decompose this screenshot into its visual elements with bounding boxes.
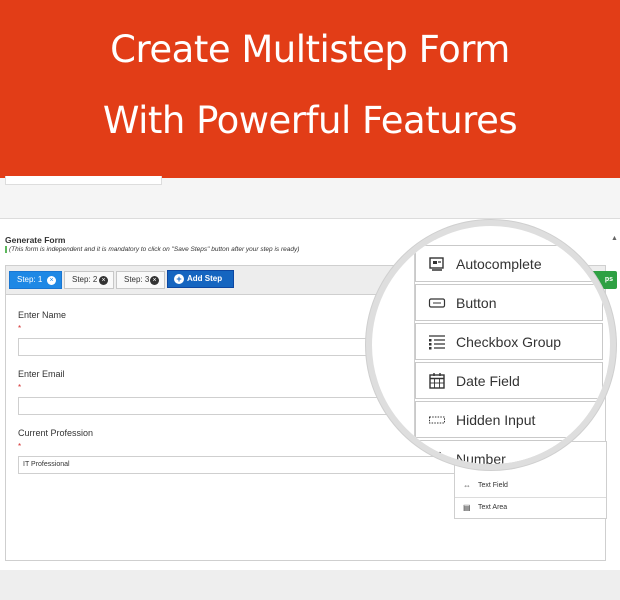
bottom-strip (0, 570, 620, 600)
palette-item-date-field[interactable]: Date Field (415, 362, 603, 399)
palette-item-checkbox-group[interactable]: Checkbox Group (415, 323, 603, 360)
field-label-email: Enter Email (18, 369, 65, 379)
tab-step-3-label: Step: 3 (124, 275, 150, 284)
magnified-palette: Autocomplete Button Checkbox Group Date … (414, 240, 607, 467)
palette-item-autocomplete[interactable]: Autocomplete (415, 245, 603, 282)
palette-item-text-field[interactable]: ⇔ Text Field (455, 475, 606, 498)
top-card-fragment (5, 176, 162, 185)
tab-step-2[interactable]: Step: 2 × (64, 271, 114, 289)
palette-item-label: Number (456, 451, 506, 467)
close-icon[interactable]: × (150, 276, 159, 285)
required-mark: * (18, 383, 22, 392)
field-label-profession: Current Profession (18, 428, 94, 438)
tab-step-2-label: Step: 2 (72, 275, 98, 284)
palette-item-label: Checkbox Group (456, 334, 562, 350)
palette-item-label: Autocomplete (456, 256, 542, 272)
palette-item-label: Text Area (478, 504, 508, 511)
palette-item-button[interactable]: Button (415, 284, 603, 321)
palette-item-label: Button (456, 295, 497, 311)
required-mark: * (18, 442, 22, 451)
autocomplete-icon (429, 257, 444, 271)
add-step-label: Add Step (187, 274, 223, 283)
required-mark: * (18, 324, 22, 333)
date-field-icon (429, 373, 445, 389)
palette-item-hidden-input[interactable]: Hidden Input (415, 401, 603, 438)
close-icon[interactable]: × (99, 276, 108, 285)
tab-step-1-label: Step: 1 (17, 275, 43, 284)
panel-note: (This form is independent and it is mand… (5, 246, 299, 253)
palette-item-label: Date Field (456, 373, 520, 389)
plus-icon: + (174, 274, 184, 284)
add-step-button[interactable]: + Add Step (167, 270, 234, 288)
text-field-icon: ⇔ (463, 481, 471, 490)
magnifier-lens: Autocomplete Button Checkbox Group Date … (366, 220, 616, 470)
tab-step-3[interactable]: Step: 3 × (116, 271, 165, 289)
text-area-icon: ▤ (463, 503, 471, 512)
top-section (0, 176, 620, 218)
button-icon (428, 298, 446, 308)
hidden-input-icon (429, 416, 445, 424)
banner-title-line-1: Create Multistep Form (110, 28, 510, 71)
tab-step-1[interactable]: Step: 1 × (9, 271, 62, 289)
promo-banner: Create Multistep Form With Powerful Feat… (0, 0, 620, 178)
field-label-name: Enter Name (18, 310, 67, 320)
panel-title: Generate Form (5, 235, 66, 245)
palette-item-label: Hidden Input (456, 412, 536, 428)
banner-title-line-2: With Powerful Features (102, 99, 518, 142)
checkbox-group-icon (429, 335, 445, 350)
collapse-caret-icon[interactable]: ▲ (611, 235, 618, 242)
palette-item-label: Text Field (478, 482, 508, 489)
close-icon[interactable]: × (47, 276, 56, 285)
palette-item-text-area[interactable]: ▤ Text Area (455, 497, 606, 519)
